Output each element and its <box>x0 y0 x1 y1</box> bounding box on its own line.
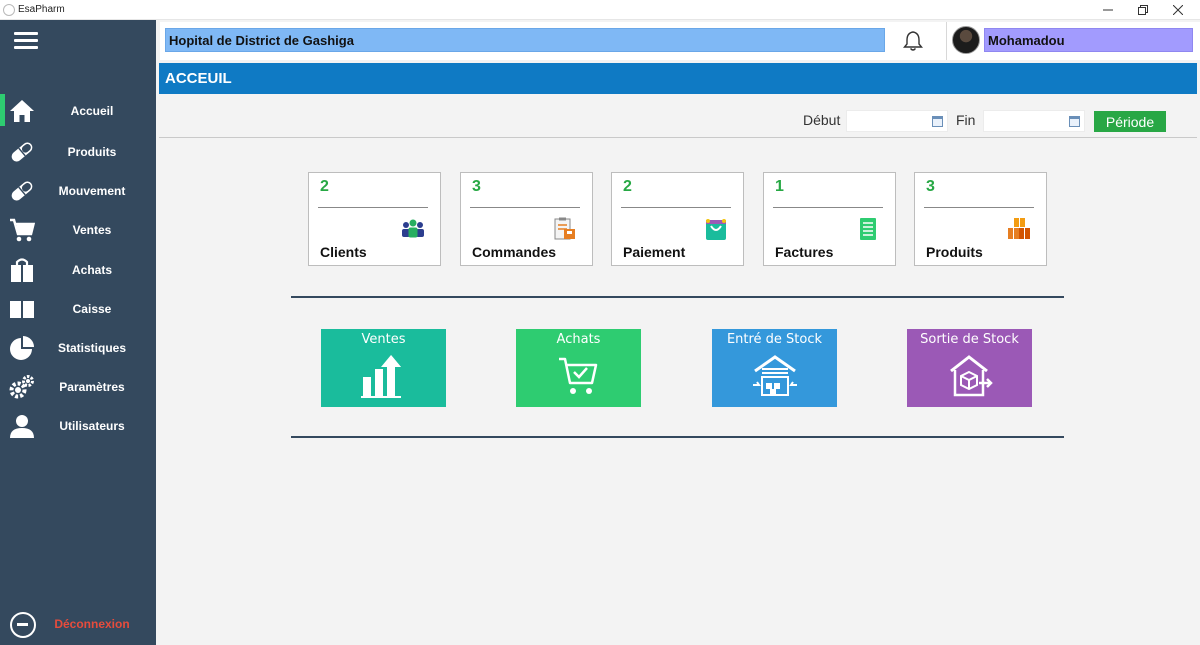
stat-label: Factures <box>775 244 834 260</box>
cart-icon <box>8 216 36 244</box>
periode-button[interactable]: Période <box>1094 111 1166 132</box>
end-date-field[interactable] <box>983 110 1085 132</box>
user-icon <box>8 412 36 440</box>
sidebar-item-ventes[interactable]: Ventes <box>0 211 156 249</box>
active-indicator <box>0 94 5 126</box>
growth-chart-icon <box>359 353 409 399</box>
minus-circle-icon <box>10 612 36 638</box>
sidebar: Accueil Produits Mouvement Ventes Achats… <box>0 20 156 645</box>
sidebar-item-parametres[interactable]: Paramètres <box>0 368 156 406</box>
stat-value: 1 <box>775 178 784 195</box>
section-divider <box>291 436 1064 438</box>
card-divider <box>318 207 428 208</box>
warehouse-in-icon <box>750 353 800 399</box>
bell-icon[interactable] <box>902 30 924 52</box>
section-divider <box>291 296 1064 298</box>
avatar[interactable] <box>952 26 980 54</box>
stat-value: 2 <box>623 178 632 195</box>
pie-chart-icon <box>8 334 36 362</box>
tile-label: Ventes <box>361 332 406 347</box>
page-title: ACCEUIL <box>159 63 1197 94</box>
calendar-icon[interactable] <box>1069 116 1080 127</box>
pill-icon <box>8 177 36 205</box>
tile-label: Sortie de Stock <box>920 332 1019 347</box>
start-date-field[interactable] <box>846 110 948 132</box>
home-icon <box>8 97 36 125</box>
calendar-icon[interactable] <box>932 116 943 127</box>
stat-card-clients[interactable]: 2 Clients <box>308 172 441 266</box>
logout-label: Déconnexion <box>54 617 130 631</box>
menu-icon[interactable] <box>14 32 38 50</box>
sidebar-item-label: Statistiques <box>57 341 126 355</box>
sidebar-item-label: Mouvement <box>58 184 126 198</box>
card-divider <box>470 207 580 208</box>
tile-label: Entré de Stock <box>726 332 823 347</box>
clipboard-icon <box>552 217 578 241</box>
tile-label: Achats <box>556 332 601 347</box>
sidebar-item-statistiques[interactable]: Statistiques <box>0 329 156 367</box>
boxes-icon <box>1006 217 1032 241</box>
minimize-icon <box>1103 9 1113 11</box>
stat-value: 3 <box>472 178 481 195</box>
sidebar-item-accueil[interactable]: Accueil <box>0 92 156 130</box>
sidebar-item-label: Paramètres <box>59 380 125 394</box>
sidebar-item-mouvement[interactable]: Mouvement <box>0 172 156 210</box>
username[interactable]: Mohamadou <box>984 28 1193 52</box>
sidebar-item-label: Produits <box>67 145 117 159</box>
stat-card-paiement[interactable]: 2 Paiement <box>611 172 744 266</box>
sidebar-item-label: Utilisateurs <box>59 419 125 433</box>
sidebar-item-label: Caisse <box>72 302 112 316</box>
warehouse-out-icon <box>945 353 995 399</box>
end-date-label: Fin <box>956 112 976 128</box>
window-title: EsaPharm <box>18 4 65 15</box>
stat-label: Paiement <box>623 244 686 260</box>
gears-icon <box>8 373 36 401</box>
card-divider <box>621 207 731 208</box>
start-date-label: Début <box>803 112 841 128</box>
sidebar-item-utilisateurs[interactable]: Utilisateurs <box>0 407 156 445</box>
sidebar-item-label: Accueil <box>70 104 114 118</box>
close-icon <box>1173 5 1183 15</box>
card-divider <box>924 207 1034 208</box>
achats-tile[interactable]: Achats <box>516 329 641 407</box>
window-titlebar: EsaPharm <box>0 0 1200 20</box>
top-bar: Hopital de District de Gashiga Mohamadou <box>160 22 1200 60</box>
sidebar-item-produits[interactable]: Produits <box>0 133 156 171</box>
card-divider <box>773 207 883 208</box>
close-button[interactable] <box>1160 0 1196 20</box>
stat-card-commandes[interactable]: 3 Commandes <box>460 172 593 266</box>
minimize-button[interactable] <box>1090 0 1126 20</box>
pill-icon <box>8 138 36 166</box>
maximize-button[interactable] <box>1125 0 1161 20</box>
header-divider <box>159 137 1197 138</box>
cart-check-icon <box>554 353 604 399</box>
shopping-bag-icon <box>703 217 729 241</box>
stat-label: Produits <box>926 244 983 260</box>
entree-stock-tile[interactable]: Entré de Stock <box>712 329 837 407</box>
stat-card-factures[interactable]: 1 Factures <box>763 172 896 266</box>
sidebar-item-caisse[interactable]: Caisse <box>0 290 156 328</box>
people-icon <box>400 217 426 241</box>
sidebar-item-label: Ventes <box>72 223 112 237</box>
stat-label: Commandes <box>472 244 557 260</box>
app-icon <box>3 4 15 16</box>
shopping-bag-icon <box>8 256 36 284</box>
sortie-stock-tile[interactable]: Sortie de Stock <box>907 329 1032 407</box>
book-icon <box>8 295 36 323</box>
logout-button[interactable]: Déconnexion <box>0 608 156 642</box>
stat-label: Clients <box>320 244 367 260</box>
sidebar-item-label: Achats <box>71 263 112 277</box>
stat-card-produits[interactable]: 3 Produits <box>914 172 1047 266</box>
stat-value: 2 <box>320 178 329 195</box>
separator <box>946 22 947 60</box>
stat-value: 3 <box>926 178 935 195</box>
invoice-icon <box>855 217 881 241</box>
sidebar-item-achats[interactable]: Achats <box>0 251 156 289</box>
ventes-tile[interactable]: Ventes <box>321 329 446 407</box>
hospital-name: Hopital de District de Gashiga <box>165 28 885 52</box>
restore-icon <box>1138 5 1148 15</box>
